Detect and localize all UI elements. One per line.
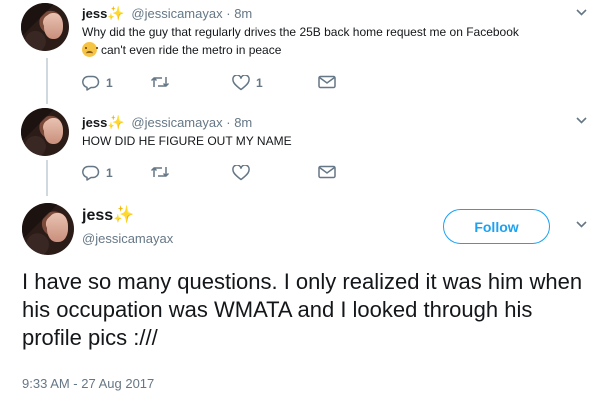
avatar[interactable]: [21, 108, 69, 156]
retweet-button[interactable]: [150, 75, 170, 89]
heart-icon: [232, 165, 250, 181]
chevron-down-icon: [576, 9, 587, 16]
reply-count: 1: [106, 166, 113, 180]
thread-line: [46, 58, 48, 104]
chevron-down-icon: [576, 117, 587, 124]
retweet-button[interactable]: [150, 165, 170, 179]
display-name[interactable]: jess✨: [82, 205, 173, 225]
user-handle[interactable]: @jessicamayax: [131, 6, 222, 21]
avatar[interactable]: [22, 203, 74, 255]
separator: ·: [226, 6, 231, 21]
like-button[interactable]: 1: [232, 75, 263, 91]
tweet-age[interactable]: 8m: [234, 6, 252, 21]
reply-count: 1: [106, 76, 113, 90]
separator: ·: [226, 115, 231, 130]
tweet-text-line: can't even ride the metro in peace: [82, 41, 597, 59]
user-handle[interactable]: @jessicamayax: [131, 115, 222, 130]
tweet-header: jess✨ @jessicamayax · 8m: [82, 5, 252, 22]
direct-message-icon: [318, 165, 336, 179]
tweet-actions: 1 1: [82, 75, 362, 93]
main-tweet-header: jess✨ @jessicamayax: [82, 205, 173, 246]
chevron-down-icon: [576, 221, 587, 228]
tweet-age[interactable]: 8m: [234, 115, 252, 130]
tweet-timestamp[interactable]: 9:33 AM - 27 Aug 2017: [22, 376, 154, 391]
tweet-text-line: Why did the guy that regularly drives th…: [82, 25, 519, 39]
follow-button[interactable]: Follow: [443, 209, 550, 244]
sparkles-icon: ✨: [113, 205, 135, 224]
message-button[interactable]: [318, 165, 336, 179]
menu-caret[interactable]: [576, 117, 587, 127]
menu-caret[interactable]: [576, 221, 587, 231]
message-button[interactable]: [318, 75, 336, 89]
sparkles-icon: ✨: [107, 5, 125, 21]
heart-icon: [232, 75, 250, 91]
reply-icon: [82, 165, 100, 181]
tweet-header: jess✨ @jessicamayax · 8m: [82, 114, 252, 131]
menu-caret[interactable]: [576, 9, 587, 19]
avatar[interactable]: [21, 3, 69, 51]
reply-button[interactable]: 1: [82, 75, 113, 91]
sparkles-icon: ✨: [107, 114, 125, 130]
tweet-actions: 1: [82, 165, 362, 183]
reply-icon: [82, 75, 100, 91]
user-handle[interactable]: @jessicamayax: [82, 231, 173, 246]
tweet-text: HOW DID HE FIGURE OUT MY NAME: [82, 134, 292, 148]
reply-button[interactable]: 1: [82, 165, 113, 181]
direct-message-icon: [318, 75, 336, 89]
tweet-text-fragment: can't even ride the metro in peace: [101, 43, 282, 57]
display-name[interactable]: jess: [82, 6, 107, 21]
retweet-icon: [150, 77, 170, 87]
main-tweet-text: I have so many questions. I only realize…: [22, 269, 583, 350]
tweet-text: Why did the guy that regularly drives th…: [82, 23, 597, 59]
display-name[interactable]: jess: [82, 115, 107, 130]
like-button[interactable]: [232, 165, 256, 181]
disappointed-face-icon: [82, 42, 98, 57]
retweet-icon: [150, 167, 170, 177]
like-count: 1: [256, 76, 263, 90]
thread-line: [46, 160, 48, 196]
